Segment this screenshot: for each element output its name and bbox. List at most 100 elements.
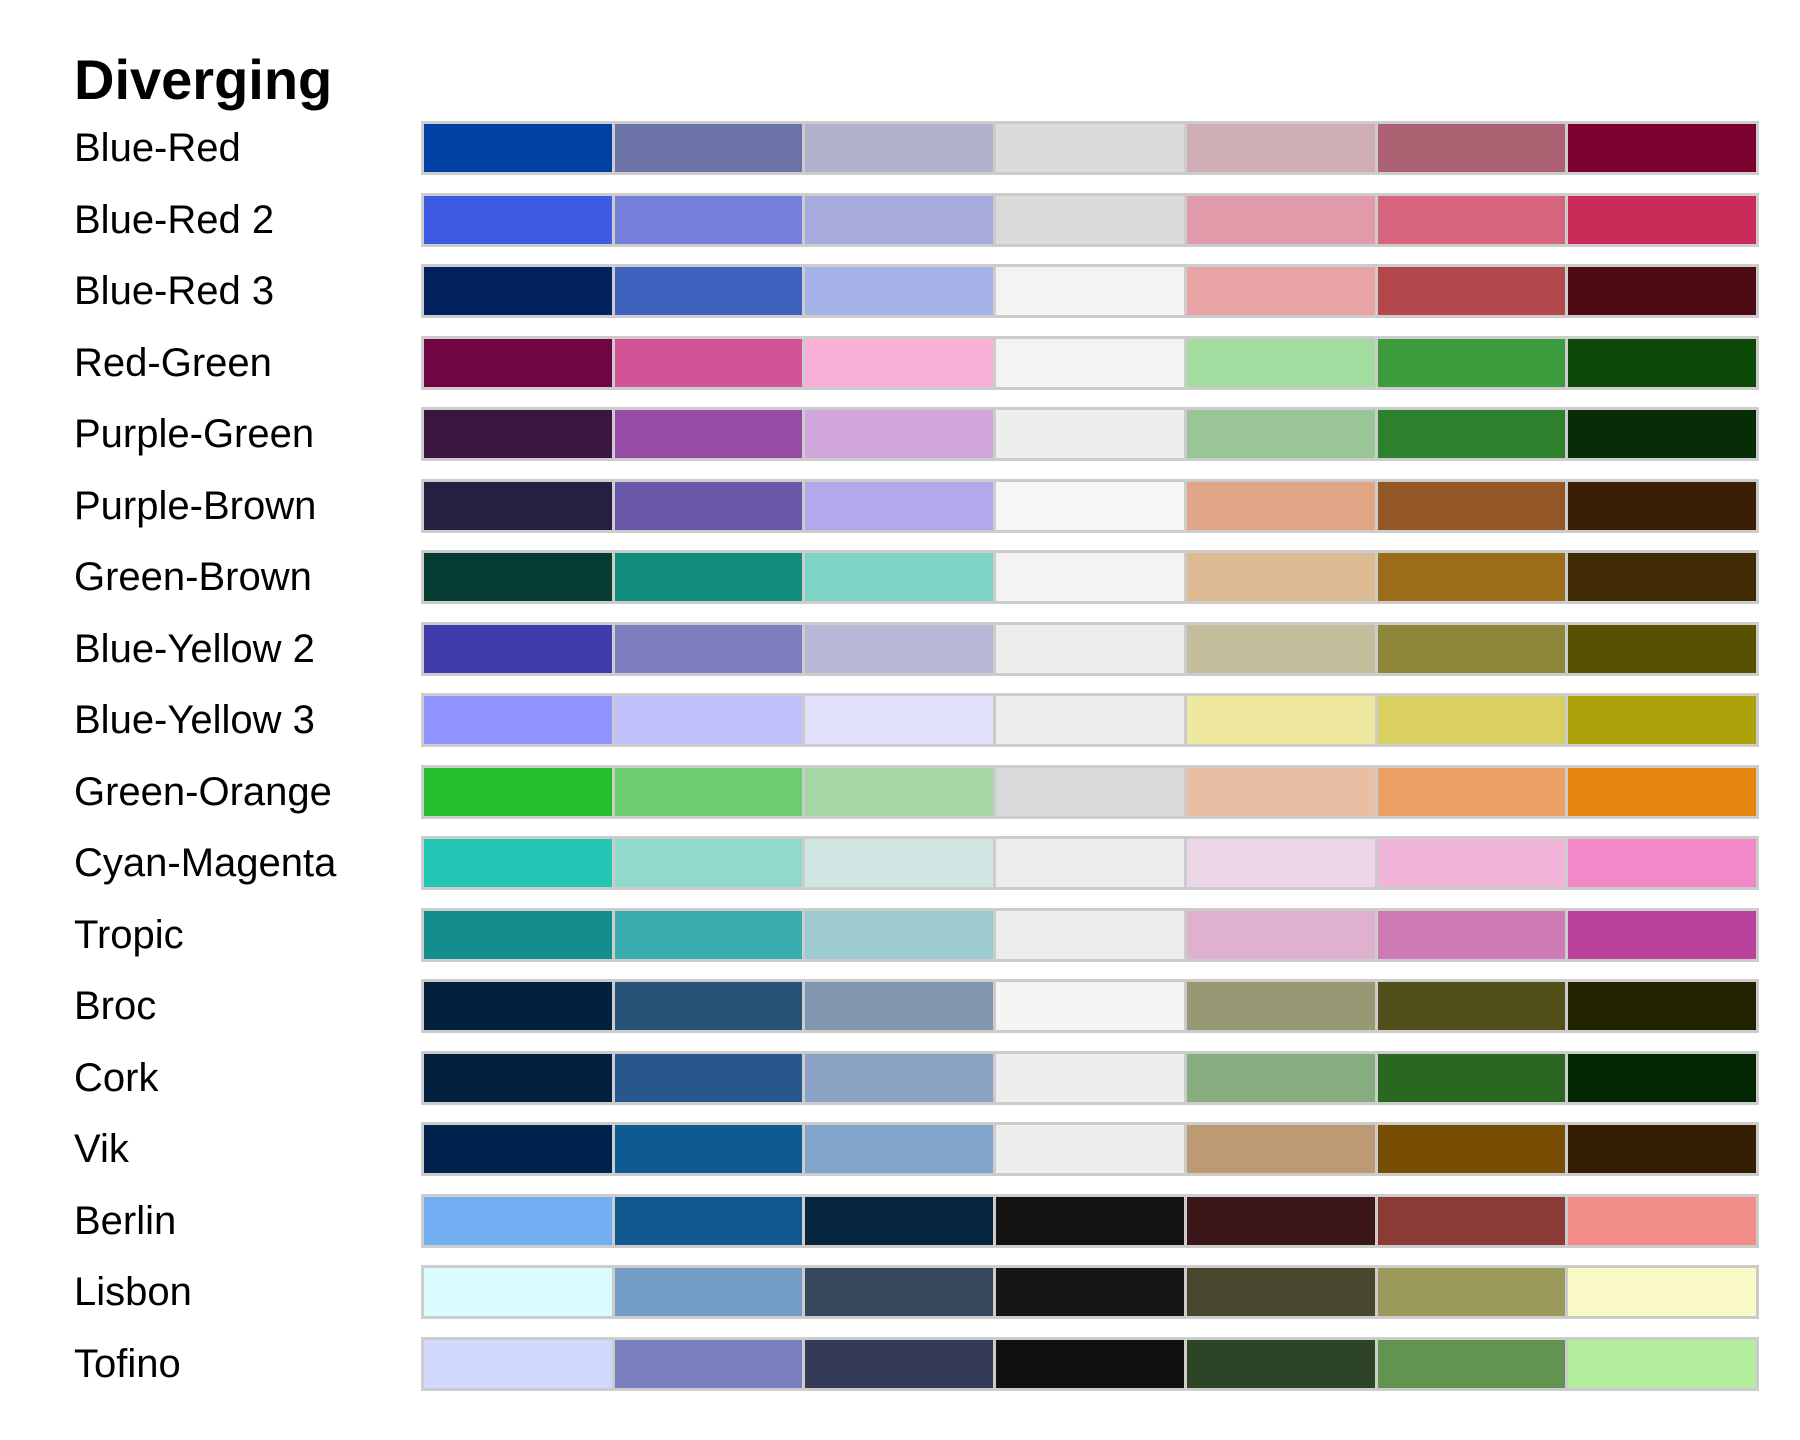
color-swatch	[805, 338, 994, 387]
palette-name: Vik	[74, 1127, 129, 1171]
color-swatch	[996, 1196, 1184, 1245]
color-swatch	[1377, 338, 1566, 387]
palette-swatch-strip	[421, 621, 1759, 676]
palette-row: Blue-Red	[0, 121, 1800, 175]
color-swatch	[1186, 910, 1375, 959]
palette-row: Cyan-Magenta	[0, 836, 1800, 890]
color-swatch	[424, 553, 612, 601]
palette-row: Blue-Yellow 3	[0, 693, 1800, 747]
color-swatch	[1377, 1053, 1566, 1102]
palette-name: Broc	[74, 984, 157, 1028]
color-swatch	[614, 839, 803, 887]
color-swatch	[424, 1053, 612, 1102]
color-swatch	[996, 481, 1184, 530]
palette-name: Tropic	[74, 912, 184, 957]
palette-name: Green-Brown	[74, 555, 312, 599]
palette-name: Purple-Brown	[74, 483, 317, 528]
color-swatch	[805, 982, 994, 1030]
color-swatch	[1186, 481, 1375, 530]
color-swatch	[1377, 1268, 1566, 1316]
color-swatch	[996, 410, 1184, 458]
color-swatch	[1568, 267, 1757, 315]
color-swatch	[805, 124, 994, 172]
color-swatch	[1568, 1339, 1757, 1388]
palette-swatch-strip	[421, 764, 1759, 819]
palette-row: Berlin	[0, 1193, 1800, 1248]
color-swatch	[424, 267, 612, 315]
color-swatch	[424, 982, 612, 1030]
palette-swatch-strip	[421, 836, 1759, 890]
color-swatch	[805, 839, 994, 887]
color-swatch	[614, 696, 803, 744]
color-swatch	[1186, 1196, 1375, 1245]
palette-name: Blue-Red 2	[74, 197, 275, 242]
color-swatch	[424, 1196, 612, 1245]
color-swatch	[1377, 696, 1566, 744]
color-swatch	[1377, 410, 1566, 458]
palette-swatch-strip	[421, 478, 1759, 533]
color-swatch	[1186, 1339, 1375, 1388]
color-swatch	[614, 982, 803, 1030]
color-swatch	[1377, 1125, 1566, 1173]
palette-swatch-strip	[421, 121, 1759, 175]
palette-name: Lisbon	[74, 1270, 192, 1314]
color-swatch	[805, 481, 994, 530]
color-swatch	[1568, 338, 1757, 387]
color-swatch	[1377, 553, 1566, 601]
palette-swatch-strip	[421, 979, 1759, 1033]
color-swatch	[996, 624, 1184, 673]
color-swatch	[996, 767, 1184, 816]
color-swatch	[996, 195, 1184, 244]
color-swatch	[1186, 267, 1375, 315]
palette-name: Green-Orange	[74, 769, 332, 814]
color-swatch	[1568, 1268, 1757, 1316]
palette-name: Cork	[74, 1055, 159, 1100]
color-swatch	[1568, 696, 1757, 744]
color-swatch	[614, 767, 803, 816]
color-swatch	[1186, 1125, 1375, 1173]
color-swatch	[424, 767, 612, 816]
color-swatch	[1377, 124, 1566, 172]
color-swatch	[1568, 839, 1757, 887]
color-swatch	[424, 839, 612, 887]
color-swatch	[805, 624, 994, 673]
color-swatch	[1377, 624, 1566, 673]
color-swatch	[1568, 910, 1757, 959]
color-swatch	[1377, 195, 1566, 244]
palette-row: Vik	[0, 1122, 1800, 1176]
palette-row: Blue-Yellow 2	[0, 621, 1800, 676]
color-swatch	[614, 910, 803, 959]
color-swatch	[996, 267, 1184, 315]
palette-swatch-strip	[421, 264, 1759, 318]
color-swatch	[1568, 481, 1757, 530]
palette-swatch-strip	[421, 335, 1759, 390]
palette-row: Purple-Green	[0, 407, 1800, 461]
color-swatch	[424, 624, 612, 673]
palette-row: Blue-Red 2	[0, 192, 1800, 247]
color-swatch	[614, 1125, 803, 1173]
color-swatch	[1568, 1125, 1757, 1173]
palette-swatch-strip	[421, 907, 1759, 962]
palette-row: Red-Green	[0, 335, 1800, 390]
color-swatch	[1377, 481, 1566, 530]
color-swatch	[805, 1268, 994, 1316]
color-swatch	[1186, 696, 1375, 744]
color-swatch	[1568, 195, 1757, 244]
color-swatch	[996, 338, 1184, 387]
color-swatch	[805, 1053, 994, 1102]
color-swatch	[1186, 195, 1375, 244]
color-swatch	[996, 124, 1184, 172]
color-swatch	[1568, 767, 1757, 816]
color-swatch	[996, 553, 1184, 601]
color-swatch	[1186, 553, 1375, 601]
palette-swatch-strip	[421, 693, 1759, 747]
color-swatch	[1186, 124, 1375, 172]
color-swatch	[1568, 124, 1757, 172]
color-swatch	[614, 124, 803, 172]
palette-name: Blue-Red 3	[74, 269, 275, 313]
color-swatch	[996, 839, 1184, 887]
palette-row: Purple-Brown	[0, 478, 1800, 533]
palette-row: Tropic	[0, 907, 1800, 962]
palette-swatch-strip	[421, 1050, 1759, 1105]
color-swatch	[805, 1196, 994, 1245]
